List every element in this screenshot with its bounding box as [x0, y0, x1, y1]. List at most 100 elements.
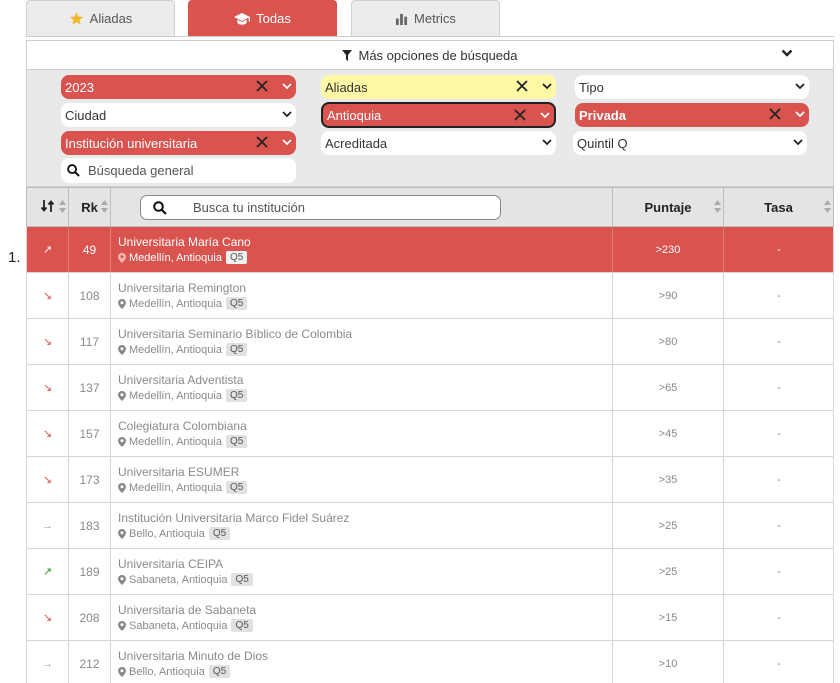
general-search-input[interactable]: Búsqueda general [61, 158, 296, 183]
acreditada-select[interactable]: Acreditada [321, 131, 556, 155]
table-row[interactable]: ↘ 117 Universitaria Seminario Bíblico de C… [26, 319, 834, 365]
institution-info: Universitaria Minuto de Dios Bello, Antio… [118, 648, 268, 680]
table-row[interactable]: ↗ 49 Universitaria María Cano Medellín, Ant… [26, 227, 834, 273]
quintile-badge: Q5 [231, 573, 253, 586]
institution-name[interactable]: Colegiatura Colombiana [118, 418, 247, 434]
ciudad-select[interactable]: Ciudad [61, 103, 296, 127]
table-row[interactable]: ↗ 189 Universitaria CEIPA Sabaneta, Antioqu… [26, 549, 834, 595]
rk-column-header[interactable]: Rk [69, 188, 111, 226]
sort-arrows-icon [824, 200, 831, 213]
institution-name[interactable]: Universitaria CEIPA [118, 556, 253, 572]
institution-name[interactable]: Universitaria Seminario Bíblico de Colom… [118, 326, 352, 342]
quintile-badge: Q5 [225, 297, 248, 310]
rk-header-label: Rk [81, 199, 98, 215]
table-row[interactable]: ↘ 157 Colegiatura Colombiana Medellín, Anti… [26, 411, 834, 457]
trend-down-icon: ↘ [42, 290, 53, 302]
clear-icon[interactable] [769, 108, 781, 120]
table-row[interactable]: ↘ 108 Universitaria Remington Medellín, Ant… [26, 273, 834, 319]
institution-cell[interactable]: Universitaria ESUMER Medellín, Antioquia Q… [111, 457, 613, 502]
tab-aliadas[interactable]: Aliadas [26, 0, 175, 36]
institution-cell[interactable]: Universitaria de Sabaneta Sabaneta, Antio… [111, 595, 613, 640]
institution-name[interactable]: Universitaria Adventista [118, 372, 247, 388]
institution-name[interactable]: Universitaria ESUMER [118, 464, 247, 480]
score-cell: >65 [613, 365, 724, 410]
quintile-badge: Q5 [225, 343, 248, 356]
tab-todas[interactable]: Todas [188, 0, 337, 36]
institution-location: Medellín, Antioquia Q5 [118, 342, 352, 358]
institution-cell[interactable]: Universitaria Adventista Medellín, Antioq… [111, 365, 613, 410]
departamento-select[interactable]: Antioquia [321, 102, 556, 128]
more-options-toggle[interactable]: Más opciones de búsqueda [27, 41, 833, 70]
table-body: ↗ 49 Universitaria María Cano Medellín, Ant… [26, 227, 834, 683]
trend-cell: ↘ [27, 365, 69, 410]
institution-location: Medellín, Antioquia Q5 [118, 434, 248, 450]
map-pin-icon [118, 390, 126, 401]
institution-cell[interactable]: Universitaria CEIPA Sabaneta, Antioquia Q5 [111, 549, 613, 594]
map-pin-icon [118, 436, 126, 447]
sector-select[interactable]: Privada [575, 103, 809, 127]
year-select[interactable]: 2023 [61, 75, 296, 99]
chevron-down-icon[interactable] [542, 138, 552, 146]
institution-name[interactable]: Universitaria de Sabaneta [118, 602, 256, 618]
rank-cell: 49 [69, 227, 111, 272]
institution-name[interactable]: Universitaria Remington [118, 280, 247, 296]
institution-location: Sabaneta, Antioquia Q5 [118, 618, 256, 634]
table-row[interactable]: → 183 Institución Universitaria Marco Fide… [26, 503, 834, 549]
table-row[interactable]: ↘ 137 Universitaria Adventista Medellín, An… [26, 365, 834, 411]
trend-column-header[interactable] [27, 188, 69, 226]
trend-cell: ↘ [27, 411, 69, 456]
tipo-select[interactable]: Tipo [575, 75, 809, 99]
sort-arrows-icon [714, 200, 721, 213]
institution-name[interactable]: Institución Universitaria Marco Fidel Su… [118, 510, 349, 526]
aliadas-select[interactable]: Aliadas [321, 75, 556, 99]
tab-label: Aliadas [89, 11, 133, 26]
institution-cell[interactable]: Universitaria Minuto de Dios Bello, Antio… [111, 641, 613, 683]
chevron-down-icon[interactable] [540, 111, 550, 119]
chevron-down-icon[interactable] [795, 82, 805, 90]
institution-cell[interactable]: Institución Universitaria Marco Fidel Su… [111, 503, 613, 548]
chevron-down-icon[interactable] [282, 82, 292, 90]
quintil-select[interactable]: Quintil Q [573, 131, 807, 155]
location-text: Medellín, Antioquia [129, 389, 222, 402]
caracter-select[interactable]: Institución universitaria [61, 131, 296, 155]
table-row[interactable]: ↘ 208 Universitaria de Sabaneta Sabaneta, A… [26, 595, 834, 641]
clear-icon[interactable] [256, 80, 268, 92]
score-cell: >90 [613, 273, 724, 318]
institution-cell[interactable]: Universitaria Seminario Bíblico de Colom… [111, 319, 613, 364]
location-text: Medellín, Antioquia [129, 435, 222, 448]
score-column-header[interactable]: Puntaje [613, 188, 724, 226]
rate-cell: - [777, 243, 781, 256]
score-cell: >230 [613, 227, 724, 272]
chevron-down-icon[interactable] [795, 110, 805, 118]
chevron-down-icon[interactable] [781, 47, 793, 59]
chevron-down-icon[interactable] [282, 110, 292, 118]
trend-down-icon: ↘ [42, 382, 53, 394]
chevron-down-icon[interactable] [793, 138, 803, 146]
aliadas-value: Aliadas [325, 79, 368, 95]
institution-name[interactable]: Universitaria María Cano [118, 234, 251, 250]
trend-down-icon: ↘ [42, 428, 53, 440]
map-pin-icon [118, 298, 126, 309]
institution-location: Medellín, Antioquia Q5 [118, 480, 248, 496]
institution-name[interactable]: Universitaria Minuto de Dios [118, 648, 268, 664]
clear-icon[interactable] [516, 80, 528, 92]
institution-info: Universitaria de Sabaneta Sabaneta, Antio… [118, 602, 256, 634]
sort-arrows-icon [59, 200, 66, 213]
trend-cell: ↘ [27, 319, 69, 364]
clear-icon[interactable] [256, 136, 268, 148]
location-text: Medellín, Antioquia [129, 251, 222, 264]
table-row[interactable]: ↘ 173 Universitaria ESUMER Medellín, Antioq… [26, 457, 834, 503]
location-text: Medellín, Antioquia [129, 297, 222, 310]
institution-cell[interactable]: Universitaria María Cano Medellín, Antioq… [111, 227, 613, 272]
location-text: Bello, Antioquia [129, 527, 205, 540]
table-row[interactable]: → 212 Universitaria Minuto de Dios Bello, A… [26, 641, 834, 683]
institution-search-input[interactable]: Busca tu institución [140, 195, 501, 220]
clear-icon[interactable] [514, 109, 526, 121]
quintile-badge: Q5 [225, 389, 248, 402]
tab-metrics[interactable]: Metrics [351, 0, 500, 36]
institution-cell[interactable]: Universitaria Remington Medellín, Antioqu… [111, 273, 613, 318]
chevron-down-icon[interactable] [282, 138, 292, 146]
chevron-down-icon[interactable] [542, 82, 552, 90]
rate-column-header[interactable]: Tasa [724, 188, 833, 226]
institution-cell[interactable]: Colegiatura Colombiana Medellín, Antioqui… [111, 411, 613, 456]
